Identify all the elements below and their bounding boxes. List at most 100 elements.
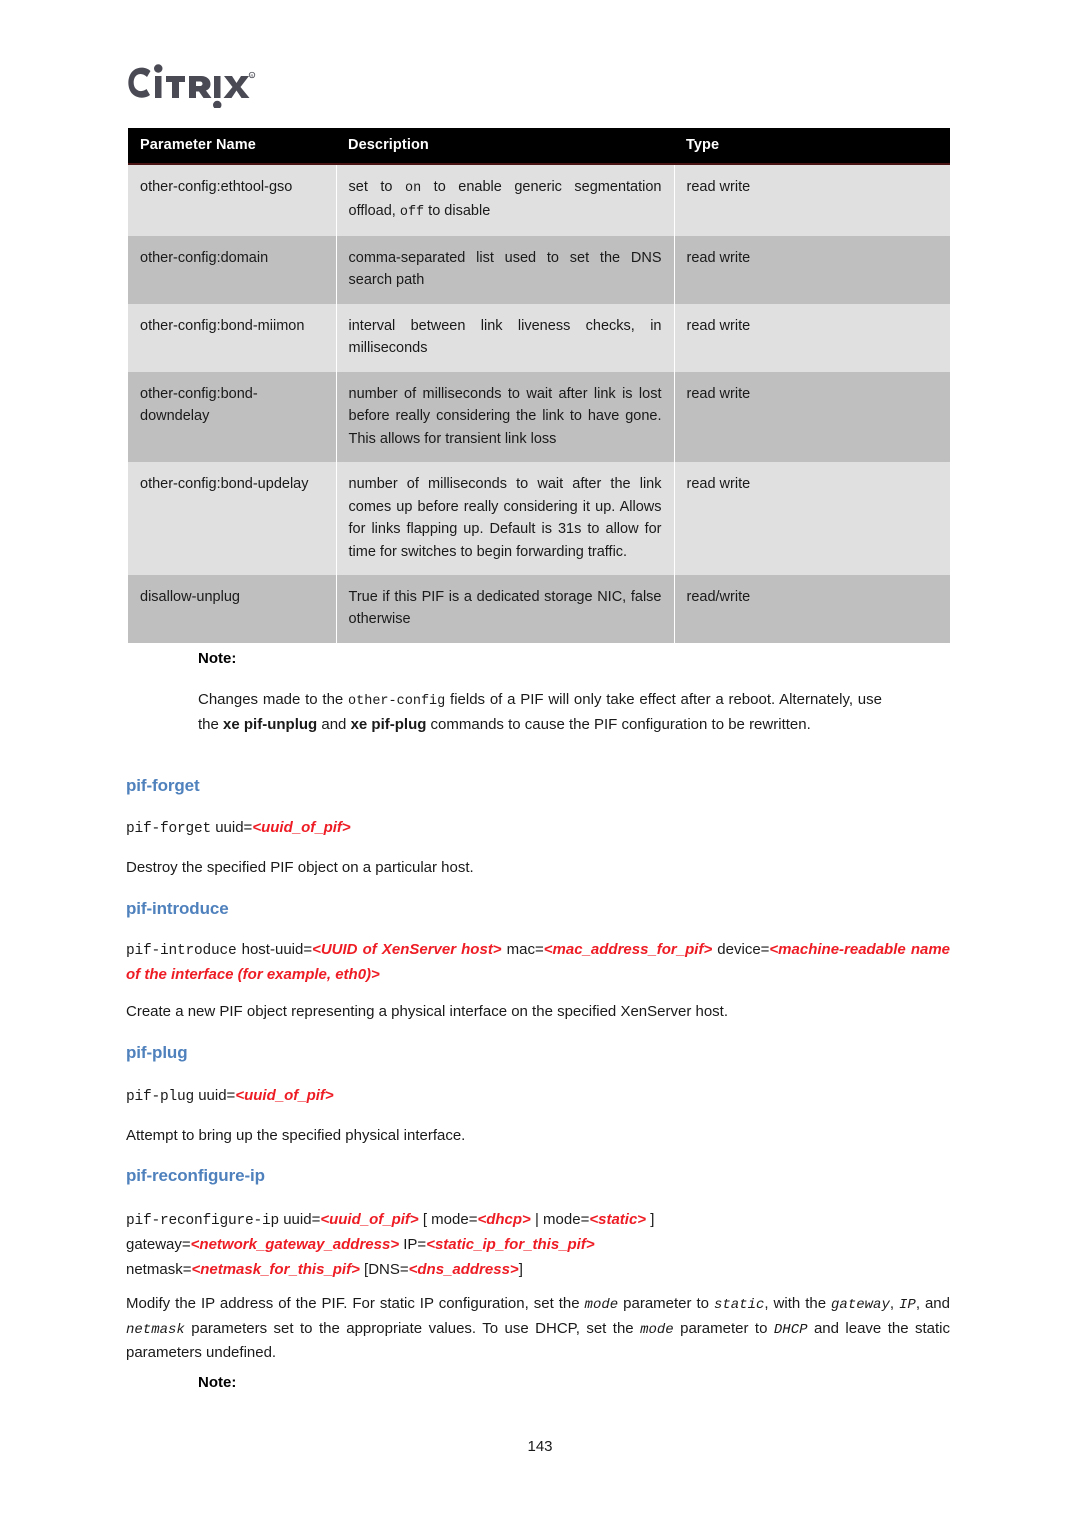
note-text: Changes made to the — [198, 691, 349, 708]
cell-description: number of milliseconds to wait after the… — [336, 462, 675, 575]
heading-pif-introduce: pif-introduce — [126, 899, 229, 918]
column-header-parameter-name: Parameter Name — [128, 128, 336, 165]
cell-parameter-name: other-config:bond-updelay — [128, 462, 337, 575]
desc-text: set to — [348, 179, 405, 195]
table-row: other-config:bond-downdelay number of mi… — [128, 371, 950, 463]
table-row: other-config:ethtool-gso set to on to en… — [128, 164, 950, 236]
syntax-command: pif-forget — [126, 821, 212, 837]
body-pif-forget: Destroy the specified PIF object on a pa… — [126, 859, 474, 876]
body-text: Modify the IP address of the PIF. For st… — [126, 1295, 585, 1312]
syntax-command: pif-reconfigure-ip — [126, 1213, 280, 1229]
cell-type: read write — [674, 164, 950, 236]
body-text: parameter to — [618, 1295, 714, 1312]
table-header-row: Parameter Name Description Type — [128, 128, 950, 165]
body-text: parameter to — [673, 1319, 774, 1337]
syntax-arg-mac: mac= — [506, 941, 544, 958]
note-label-bottom: Note: — [198, 1374, 237, 1391]
syntax-arg-gateway: gateway= — [126, 1236, 191, 1254]
cell-parameter-name: other-config:bond-miimon — [128, 303, 337, 372]
desc-text: to disable — [424, 202, 491, 219]
syntax-pif-reconfigure-ip: pif-reconfigure-ip uuid=<uuid_of_pif> [ … — [126, 1208, 950, 1282]
body-text: , — [889, 1295, 899, 1312]
syntax-pif-plug: pif-plug uuid=<uuid_of_pif> — [126, 1084, 886, 1109]
note-mono-other-config: other-config — [348, 694, 446, 709]
syntax-placeholder-dhcp: <dhcp> — [477, 1211, 531, 1228]
cell-parameter-name: other-config:domain — [128, 235, 337, 304]
table-row: other-config:bond-miimon interval betwee… — [128, 303, 950, 372]
syntax-placeholder-mac: <mac_address_for_pif> — [543, 941, 713, 958]
cell-type: read write — [674, 303, 950, 372]
cell-parameter-name: other-config:ethtool-gso — [128, 164, 337, 236]
syntax-pif-introduce: pif-introduce host-uuid=<UUID of XenServ… — [126, 938, 950, 988]
syntax-arg-netmask: netmask= — [126, 1260, 192, 1278]
body-mono-ip: IP — [899, 1297, 916, 1313]
parameter-table: Parameter Name Description Type other-co… — [128, 128, 950, 643]
body-pif-reconfigure-ip: Modify the IP address of the PIF. For st… — [126, 1292, 950, 1366]
table-row: other-config:bond-updelay number of mill… — [128, 462, 950, 575]
cell-parameter-name: disallow-unplug — [128, 575, 337, 643]
citrix-logo-icon: R — [128, 64, 256, 108]
page-number: 143 — [527, 1438, 553, 1455]
note-label-top: Note: — [198, 650, 237, 667]
body-pif-introduce: Create a new PIF object representing a p… — [126, 1003, 728, 1020]
cell-type: read write — [674, 371, 950, 463]
note-body-top: Changes made to the other-config fields … — [198, 688, 882, 737]
body-text: parameters set to the appropriate values… — [184, 1319, 641, 1337]
column-header-type: Type — [674, 128, 950, 165]
cell-description: set to on to enable generic segmentation… — [336, 164, 675, 236]
syntax-arg-device: device= — [717, 941, 770, 958]
note-bold-pif-plug: xe pif-plug — [350, 715, 427, 733]
cell-description: comma-separated list used to set the DNS… — [336, 235, 675, 304]
note-text: commands to cause the PIF configuration … — [426, 715, 811, 733]
syntax-arg-ip: IP= — [399, 1236, 427, 1254]
svg-text:R: R — [251, 73, 254, 78]
body-mono-static: static — [713, 1297, 765, 1313]
syntax-arg-mode: [ mode= — [418, 1211, 478, 1228]
body-mono-netmask: netmask — [126, 1321, 185, 1338]
cell-parameter-name: other-config:bond-downdelay — [128, 371, 337, 463]
heading-pif-reconfigure-ip: pif-reconfigure-ip — [126, 1166, 265, 1185]
body-mono-gateway: gateway — [831, 1297, 890, 1313]
heading-pif-plug: pif-plug — [126, 1043, 188, 1062]
syntax-command: pif-plug — [126, 1089, 195, 1105]
syntax-arg-dns: [DNS= — [359, 1260, 409, 1278]
note-bold-pif-unplug: xe pif-unplug — [223, 715, 318, 733]
desc-mono-on: on — [404, 181, 422, 196]
body-pif-plug: Attempt to bring up the specified physic… — [126, 1127, 466, 1144]
syntax-line-2: gateway=<network_gateway_address> IP=<st… — [126, 1233, 950, 1257]
cell-description: number of milliseconds to wait after lin… — [336, 371, 675, 463]
syntax-placeholder-gateway: <network_gateway_address> — [190, 1236, 400, 1254]
body-mono-dhcp: DHCP — [773, 1321, 808, 1338]
table-row: disallow-unplug True if this PIF is a de… — [128, 575, 950, 643]
body-mono-mode-2: mode — [640, 1321, 674, 1338]
body-text: , with the — [764, 1295, 832, 1312]
syntax-arg-host-uuid: host-uuid= — [241, 941, 313, 958]
body-mono-mode: mode — [584, 1297, 619, 1313]
syntax-pif-forget: pif-forget uuid=<uuid_of_pif> — [126, 816, 886, 841]
syntax-arg-mode-alt: | mode= — [530, 1211, 590, 1228]
citrix-logo: R — [126, 62, 386, 112]
desc-mono-off: off — [399, 204, 425, 220]
syntax-arg-uuid: uuid= — [198, 1087, 236, 1104]
syntax-placeholder-dns: <dns_address> — [408, 1260, 519, 1278]
body-text: , and — [915, 1295, 950, 1312]
syntax-placeholder-host-uuid: <UUID of XenServer host> — [312, 941, 502, 958]
syntax-placeholder-uuid: <uuid_of_pif> — [235, 1087, 334, 1104]
cell-type: read write — [674, 235, 950, 304]
syntax-placeholder-uuid: <uuid_of_pif> — [320, 1211, 419, 1228]
cell-description: interval between link liveness checks, i… — [336, 303, 675, 372]
cell-description: True if this PIF is a dedicated storage … — [336, 575, 675, 643]
heading-pif-forget: pif-forget — [126, 776, 200, 795]
document-page: R Parameter Name Description Type other-… — [0, 0, 1080, 1527]
syntax-line-1: pif-reconfigure-ip uuid=<uuid_of_pif> [ … — [126, 1208, 950, 1233]
cell-type: read write — [674, 462, 950, 575]
table-row: other-config:domain comma-separated list… — [128, 235, 950, 304]
syntax-line-3: netmask=<netmask_for_this_pif> [DNS=<dns… — [126, 1258, 950, 1282]
syntax-placeholder-netmask: <netmask_for_this_pif> — [191, 1260, 360, 1278]
syntax-arg-uuid: uuid= — [283, 1211, 321, 1228]
syntax-placeholder-ip: <static_ip_for_this_pif> — [426, 1236, 595, 1254]
cell-type: read/write — [674, 575, 950, 643]
syntax-placeholder-uuid: <uuid_of_pif> — [252, 819, 351, 836]
syntax-bracket-close: ] — [646, 1211, 655, 1228]
column-header-description: Description — [336, 128, 674, 165]
